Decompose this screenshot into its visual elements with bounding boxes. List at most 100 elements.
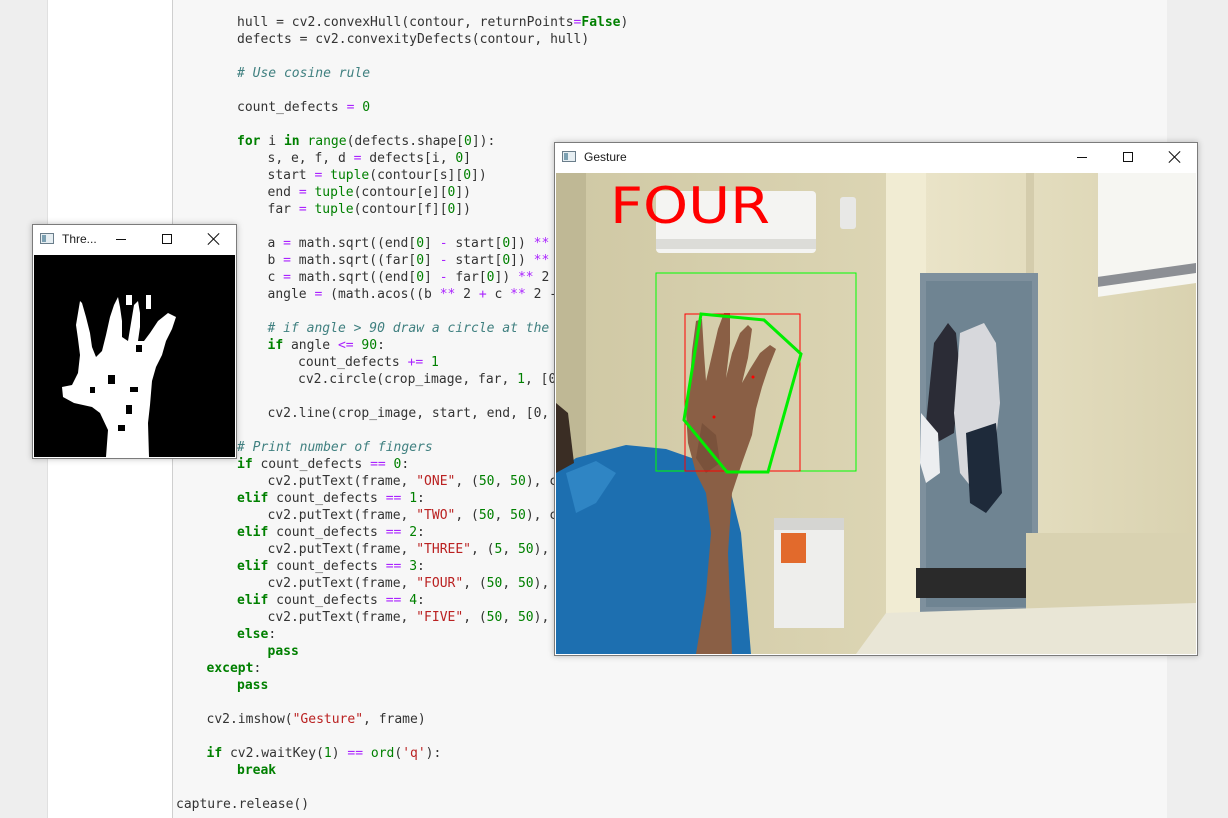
- code-token: in: [283, 134, 300, 149]
- code-token: c: [486, 287, 511, 302]
- code-token: (: [394, 746, 403, 761]
- code-line: elif count_defects == 2:: [237, 524, 425, 541]
- code-line: if count_defects == 0:: [237, 456, 409, 473]
- gesture-minimize-button[interactable]: [1059, 143, 1105, 172]
- code-token: 0: [455, 151, 464, 166]
- code-token: tuple: [330, 168, 370, 183]
- code-token: ]: [424, 236, 440, 251]
- code-token: 1: [517, 372, 525, 387]
- code-line: except:: [207, 660, 262, 677]
- code-token: ]: [424, 253, 440, 268]
- code-token: i: [260, 134, 284, 149]
- code-token: 0: [464, 134, 472, 149]
- code-line: angle = (math.acos((b ** 2 + c ** 2 -: [268, 286, 558, 303]
- code-token: cv2.circle(crop_image, far,: [298, 372, 518, 387]
- code-token: :: [417, 593, 425, 608]
- code-token: (contour[s][: [369, 168, 464, 183]
- code-token: :: [417, 491, 425, 506]
- code-line: s, e, f, d = defects[i, 0]: [268, 150, 472, 167]
- code-token: ]): [510, 236, 534, 251]
- code-token: +=: [407, 355, 424, 370]
- code-line: else:: [237, 626, 276, 643]
- code-token: :: [268, 627, 277, 642]
- code-token: 0: [502, 236, 511, 251]
- code-token: math.sqrt((far[: [290, 253, 417, 268]
- code-token: ,: [502, 542, 518, 557]
- gesture-overlay-text: FOUR: [610, 177, 770, 235]
- code-token: ), c: [525, 474, 558, 489]
- threshold-maximize-button[interactable]: [144, 225, 190, 254]
- code-line: cv2.line(crop_image, start, end, [0,: [268, 405, 550, 422]
- code-token: , (: [455, 474, 479, 489]
- code-token: 2: [455, 287, 479, 302]
- code-token: (math.acos((b: [322, 287, 440, 302]
- threshold-minimize-button[interactable]: [98, 225, 144, 254]
- code-token: 'q': [402, 746, 426, 761]
- code-line: cv2.putText(frame, "ONE", (50, 50), c: [268, 473, 558, 490]
- maximize-icon: [1123, 152, 1133, 162]
- code-token: angle: [283, 338, 338, 353]
- code-token: except: [206, 661, 254, 676]
- code-token: end: [267, 185, 299, 200]
- code-line: cv2.putText(frame, "FIVE", (50, 50), c: [268, 609, 565, 626]
- threshold-image: [34, 255, 235, 457]
- code-line: count_defects = 0: [237, 99, 370, 116]
- code-token: =: [283, 270, 291, 285]
- code-line: cv2.putText(frame, "THREE", (5, 50), c: [268, 541, 565, 558]
- code-token: ]):: [471, 134, 496, 149]
- code-token: ==: [385, 491, 402, 506]
- minimize-icon: [116, 239, 126, 240]
- code-token: **: [439, 287, 456, 302]
- code-token: =: [298, 185, 307, 200]
- code-token: elif: [237, 525, 269, 540]
- code-token: 0: [416, 270, 425, 285]
- code-token: count_defects: [268, 525, 386, 540]
- code-token: -: [439, 236, 448, 251]
- code-token: a: [267, 236, 284, 251]
- code-token: =: [283, 236, 291, 251]
- code-token: cv2.line(crop_image, start, end, [0,: [267, 406, 550, 421]
- code-token: False: [581, 15, 621, 30]
- code-token: pass: [267, 644, 299, 659]
- threshold-close-button[interactable]: [190, 225, 236, 254]
- code-token: 2: [401, 525, 418, 540]
- code-line: break: [237, 762, 276, 779]
- gesture-titlebar[interactable]: Gesture: [555, 143, 1197, 172]
- code-token: hull = cv2.convexHull(contour, returnPoi…: [237, 15, 574, 30]
- code-token: , (: [463, 610, 487, 625]
- code-token: count_defects: [268, 559, 386, 574]
- code-token: "FIVE": [416, 610, 464, 625]
- code-token: ): [331, 746, 348, 761]
- code-line: cv2.circle(crop_image, far, 1, [0: [298, 371, 556, 388]
- code-token: ]: [463, 151, 471, 166]
- code-token: ==: [385, 593, 402, 608]
- code-token: if: [237, 457, 253, 472]
- code-line: elif count_defects == 1:: [237, 490, 425, 507]
- code-token: =: [283, 253, 291, 268]
- code-token: ), c: [525, 508, 558, 523]
- code-token: 0: [502, 253, 511, 268]
- threshold-titlebar[interactable]: Thre...: [33, 225, 236, 254]
- code-token: else: [237, 627, 269, 642]
- code-token: :: [417, 525, 425, 540]
- defect-point: [751, 375, 755, 379]
- gesture-close-button[interactable]: [1151, 143, 1197, 172]
- gesture-maximize-button[interactable]: [1105, 143, 1151, 172]
- code-line: elif count_defects == 4:: [237, 592, 425, 609]
- code-line: # Use cosine rule: [237, 65, 370, 82]
- code-token: math.sqrt((end[: [290, 270, 417, 285]
- code-token: count_defects: [298, 355, 408, 370]
- code-token: 2 -: [525, 287, 558, 302]
- window-app-icon: [40, 233, 54, 244]
- defect-point: [712, 415, 716, 419]
- code-token: tuple: [314, 202, 354, 217]
- code-line: capture.release(): [176, 796, 309, 813]
- code-token: 4: [401, 593, 418, 608]
- code-line: if cv2.waitKey(1) == ord('q'):: [207, 745, 442, 762]
- code-token: 0: [354, 100, 371, 115]
- code-token: count_defects: [268, 593, 386, 608]
- code-token: 1: [423, 355, 439, 370]
- code-token: "TWO": [416, 508, 456, 523]
- code-token: # Use cosine rule: [237, 66, 371, 81]
